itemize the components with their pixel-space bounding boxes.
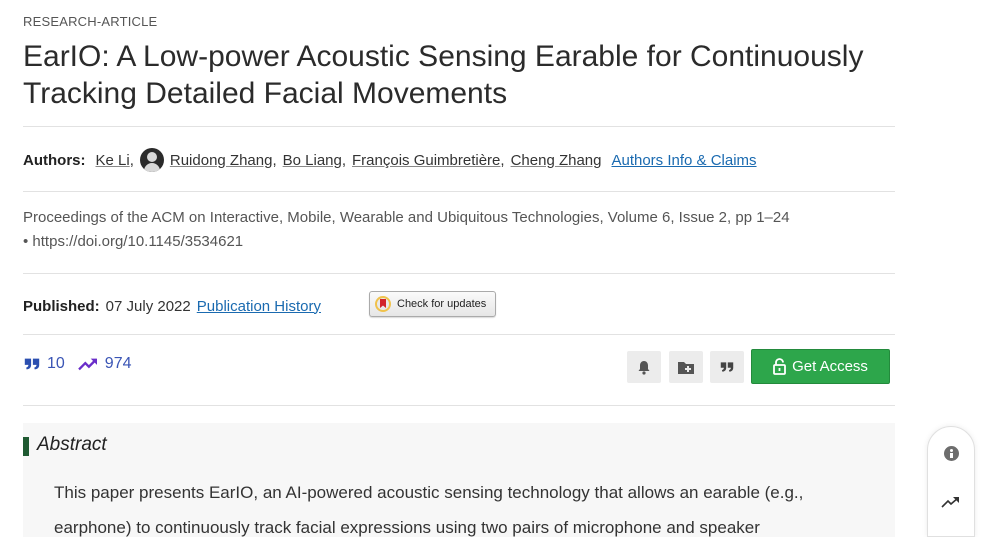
proceedings-citation: Proceedings of the ACM on Interactive, M… xyxy=(23,209,790,250)
cite-icon xyxy=(720,362,734,372)
bell-icon xyxy=(638,360,650,375)
side-widget xyxy=(927,426,975,537)
author-link[interactable]: Ruidong Zhang xyxy=(170,152,273,169)
author-link[interactable]: Ke Li xyxy=(96,152,130,169)
divider xyxy=(23,334,895,335)
lock-icon xyxy=(773,358,786,375)
publication-history-link[interactable]: Publication History xyxy=(197,298,321,315)
check-updates-label: Check for updates xyxy=(397,298,487,310)
article-type: RESEARCH-ARTICLE xyxy=(23,14,158,29)
abstract-marker xyxy=(23,437,29,456)
download-count[interactable]: 974 xyxy=(105,355,132,373)
get-access-button[interactable]: Get Access xyxy=(751,349,890,384)
check-updates-icon xyxy=(375,296,391,312)
abstract-section: Abstract This paper presents EarIO, an A… xyxy=(23,423,895,537)
authors-info-link[interactable]: Authors Info & Claims xyxy=(611,152,756,169)
article-title: EarIO: A Low-power Acoustic Sensing Eara… xyxy=(23,40,864,110)
trend-icon[interactable] xyxy=(941,495,961,509)
add-to-binder-button[interactable] xyxy=(669,351,703,383)
get-access-label: Get Access xyxy=(792,358,868,375)
check-updates-button[interactable]: Check for updates xyxy=(369,291,496,317)
authors-label: Authors: xyxy=(23,151,86,169)
divider xyxy=(23,273,895,274)
authors-row: Authors: Ke Li, Ruidong Zhang, Bo Liang,… xyxy=(23,147,757,173)
divider xyxy=(23,126,895,127)
author-link[interactable]: Cheng Zhang xyxy=(511,152,602,169)
abstract-heading: Abstract xyxy=(37,434,107,455)
author-link[interactable]: François Guimbretière xyxy=(352,152,500,169)
info-icon[interactable] xyxy=(944,446,959,461)
cite-button[interactable] xyxy=(710,351,744,383)
trend-icon xyxy=(77,358,97,371)
divider xyxy=(23,405,895,406)
alert-button[interactable] xyxy=(627,351,661,383)
published-label: Published: xyxy=(23,297,100,315)
author-link[interactable]: Bo Liang xyxy=(283,152,342,169)
author-avatar[interactable] xyxy=(139,148,164,172)
published-row: Published: 07 July 2022 Publication Hist… xyxy=(23,294,321,318)
abstract-text: This paper presents EarIO, an AI-powered… xyxy=(54,483,804,537)
published-date: 07 July 2022 xyxy=(105,297,191,315)
folder-add-icon xyxy=(678,361,694,374)
metrics-row: 10 974 xyxy=(23,352,144,376)
divider xyxy=(23,191,895,192)
citation-count[interactable]: 10 xyxy=(47,355,65,373)
quote-icon xyxy=(24,358,40,370)
